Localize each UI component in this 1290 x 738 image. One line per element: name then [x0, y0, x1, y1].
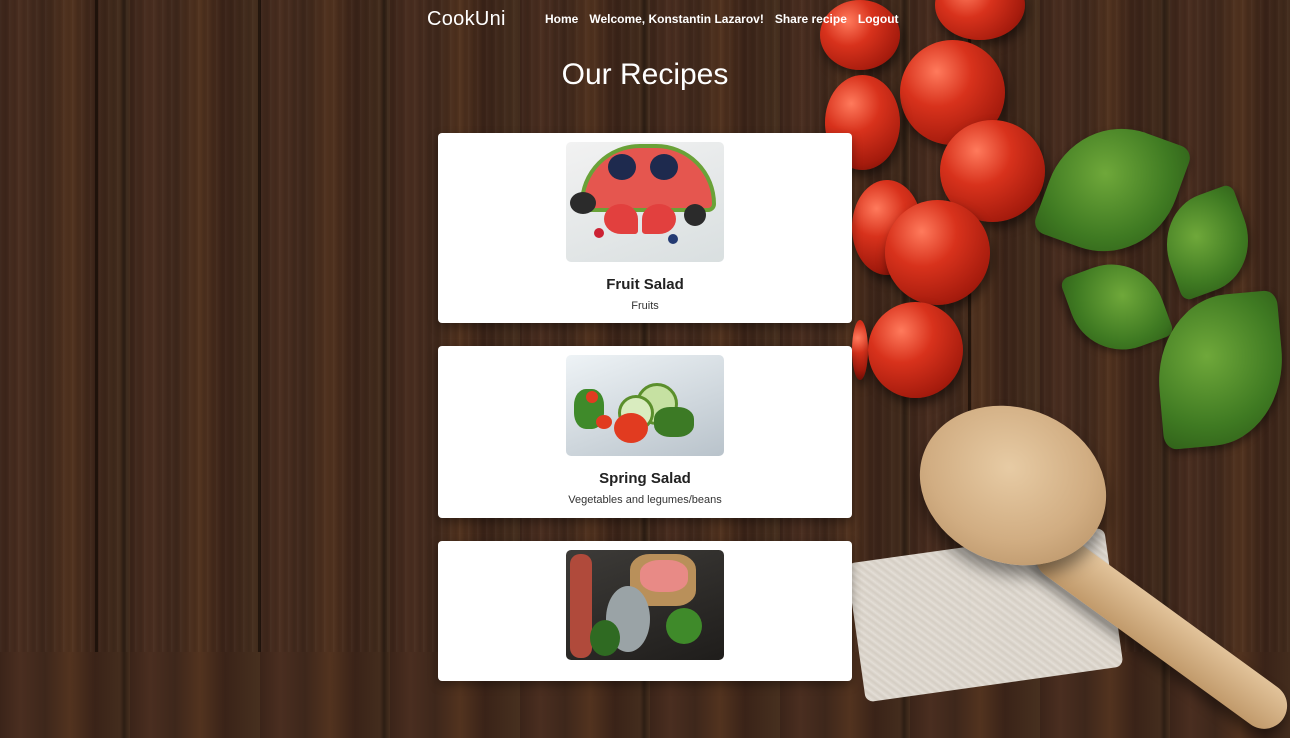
- recipe-category: Vegetables and legumes/beans: [568, 494, 722, 506]
- brand-logo[interactable]: CookUni: [427, 8, 506, 31]
- recipe-card-third[interactable]: [438, 541, 852, 681]
- plank-divider: [95, 0, 98, 652]
- page-title: Our Recipes: [561, 58, 729, 91]
- recipe-title: Spring Salad: [599, 470, 691, 487]
- recipe-card-fruit-salad[interactable]: Fruit Salad Fruits: [438, 133, 852, 323]
- meat-fish-image[interactable]: [566, 550, 724, 660]
- nav-links: Home Welcome, Konstantin Lazarov! Share …: [545, 12, 899, 26]
- nav-logout-link[interactable]: Logout: [858, 12, 899, 26]
- recipe-category: Fruits: [631, 300, 659, 312]
- nav-home-link[interactable]: Home: [545, 12, 578, 26]
- fruit-salad-image[interactable]: [566, 142, 724, 262]
- recipe-card-spring-salad[interactable]: Spring Salad Vegetables and legumes/bean…: [438, 346, 852, 518]
- plank-divider: [258, 0, 261, 652]
- nav-welcome-user[interactable]: Welcome, Konstantin Lazarov!: [589, 12, 763, 26]
- spring-salad-image[interactable]: [566, 355, 724, 456]
- nav-share-recipe-link[interactable]: Share recipe: [775, 12, 847, 26]
- recipe-title: Fruit Salad: [606, 276, 684, 293]
- top-navigation: CookUni Home Welcome, Konstantin Lazarov…: [0, 0, 1290, 40]
